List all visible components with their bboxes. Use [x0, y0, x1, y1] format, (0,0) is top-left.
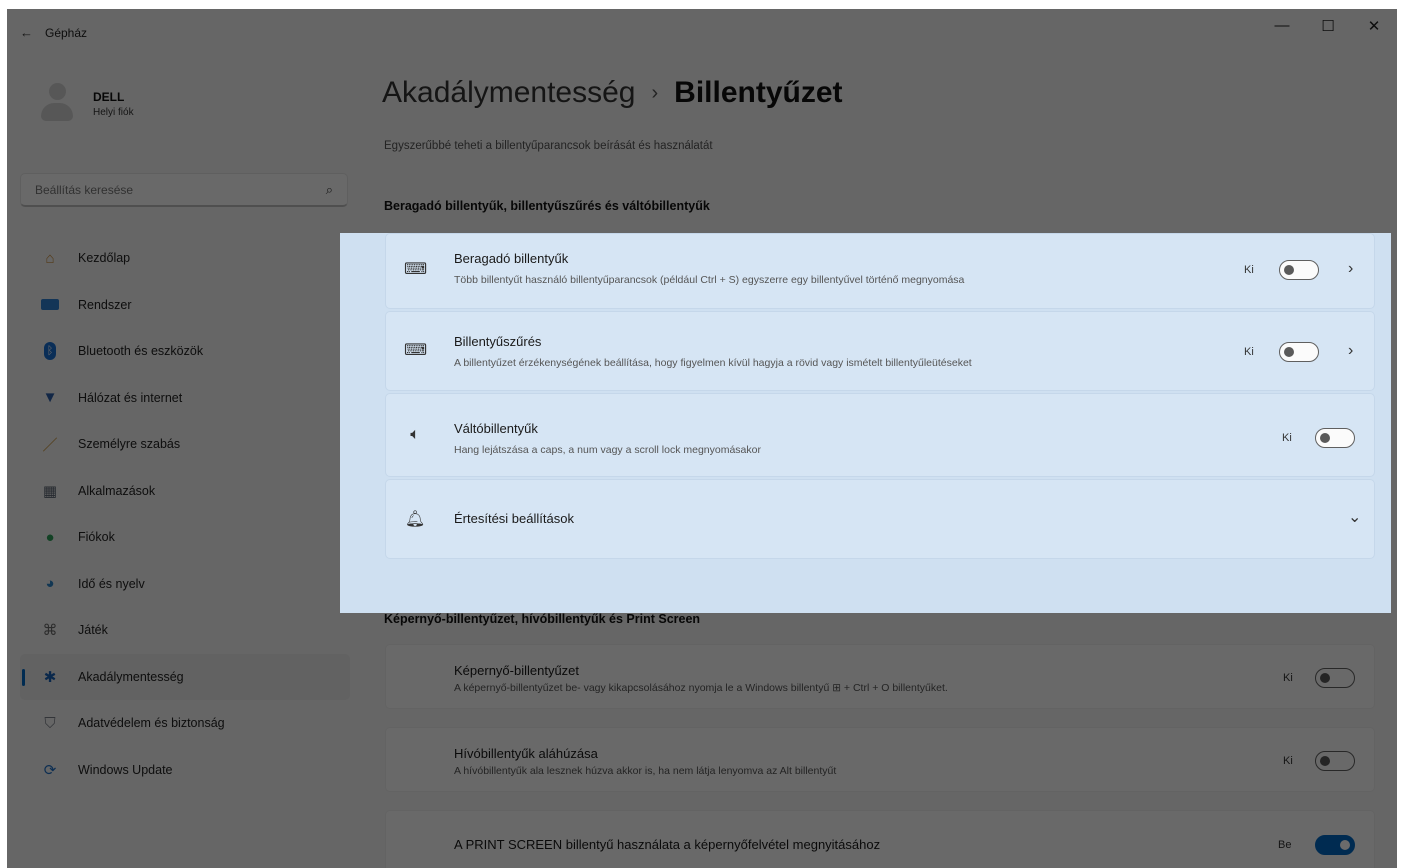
sidebar-item-label: Kezdőlap [78, 251, 131, 266]
sidebar-item-bluetooth[interactable]: ᛒ Bluetooth és eszközök [20, 328, 350, 375]
sidebar-item-label: Alkalmazások [78, 483, 156, 498]
setting-card-print-screen[interactable]: A PRINT SCREEN billentyű használata a ké… [385, 810, 1375, 868]
setting-description: A billentyűzet érzékenységének beállítás… [454, 357, 972, 369]
back-arrow-icon[interactable]: ← [20, 25, 33, 40]
speaker-icon: 🔈︎ [410, 426, 420, 443]
toggle-state-label: Ki [1283, 672, 1293, 684]
gamepad-icon: ⌘ [42, 622, 58, 640]
update-icon: ⟳ [43, 761, 57, 779]
setting-title: Hívóbillentyűk aláhúzása [454, 746, 598, 761]
setting-card-filter-keys[interactable]: ⌨ Billentyűszűrés A billentyűzet érzéken… [385, 311, 1375, 391]
sidebar-item-label: Idő és nyelv [78, 576, 145, 591]
profile-name: DELL [93, 90, 125, 104]
setting-card-sticky-keys[interactable]: ⌨ Beragadó billentyűk Több billentyűt ha… [385, 233, 1375, 309]
sticky-keys-icon: ⌨ [404, 261, 428, 278]
sidebar-item-halozat[interactable]: ▼ Hálózat és internet [20, 375, 350, 422]
sidebar-item-adatvedelem[interactable]: ⛉ Adatvédelem és biztonság [20, 700, 350, 747]
setting-description: A képernyő-billentyűzet be- vagy kikapcs… [454, 682, 948, 694]
sidebar-item-jatek[interactable]: ⌘ Játék [20, 607, 350, 654]
sidebar-item-label: Fiókok [78, 530, 115, 545]
bluetooth-icon: ᛒ [40, 341, 60, 361]
toggle-keys-toggle[interactable] [1315, 428, 1355, 448]
onscreen-keyboard-toggle[interactable] [1315, 668, 1355, 688]
apps-icon: ▦ [42, 482, 58, 500]
app-title: Gépház [45, 26, 88, 40]
chevron-right-icon[interactable]: › [1348, 260, 1353, 278]
search-box[interactable]: ⌕ [20, 173, 348, 207]
page-title: Billentyűzet [674, 76, 843, 109]
sidebar-item-label: Windows Update [78, 762, 173, 777]
setting-description: A hívóbillentyűk ala lesznek húzva akkor… [454, 765, 837, 777]
chevron-down-icon[interactable]: ⌄ [1348, 507, 1361, 527]
avatar [39, 83, 75, 125]
setting-card-notification-settings[interactable]: 🔔︎ Értesítési beállítások ⌄ [385, 479, 1375, 559]
breadcrumb-separator: › [651, 81, 659, 104]
title-bar: ← Gépház — ☐ ✕ [7, 9, 1397, 55]
setting-description: Több billentyűt használó billentyűparanc… [454, 274, 965, 286]
highlighted-settings-group: ⌨ Beragadó billentyűk Több billentyűt ha… [340, 233, 1391, 613]
system-icon [40, 295, 60, 315]
sidebar-item-rendszer[interactable]: Rendszer [20, 282, 350, 329]
bell-icon: 🔔︎ [404, 511, 426, 528]
search-icon[interactable]: ⌕ [326, 182, 333, 198]
setting-title: Értesítési beállítások [454, 511, 574, 526]
toggle-state-label: Be [1278, 839, 1292, 851]
sidebar-item-szemelyre-szabas[interactable]: ／ Személyre szabás [20, 421, 350, 468]
search-input[interactable] [35, 182, 305, 197]
section-heading-2: Képernyő-billentyűzet, hívóbillentyűk és… [384, 612, 701, 626]
maximize-button[interactable]: ☐ [1313, 17, 1343, 35]
print-screen-toggle[interactable] [1315, 835, 1355, 855]
close-button[interactable]: ✕ [1359, 17, 1389, 35]
sidebar-item-kezdolap[interactable]: ⌂ Kezdőlap [20, 235, 350, 282]
profile-subtitle: Helyi fiók [93, 107, 134, 118]
setting-description: Hang lejátszása a caps, a num vagy a scr… [454, 444, 761, 456]
sidebar-item-label: Akadálymentesség [78, 669, 184, 684]
filter-keys-icon: ⌨ [404, 342, 428, 359]
setting-title: Beragadó billentyűk [454, 251, 569, 266]
accessibility-icon: ✱ [43, 668, 57, 686]
sticky-keys-toggle[interactable] [1279, 260, 1319, 280]
page-subtitle: Egyszerűbbé teheti a billentyűparancsok … [384, 140, 713, 152]
breadcrumb: Akadálymentesség › Billentyűzet [382, 76, 843, 110]
access-key-underline-toggle[interactable] [1315, 751, 1355, 771]
sidebar-item-label: Játék [78, 623, 108, 638]
setting-card-access-key-underline[interactable]: Hívóbillentyűk aláhúzása A hívóbillentyű… [385, 727, 1375, 792]
section-heading-1: Beragadó billentyűk, billentyűszűrés és … [384, 199, 710, 213]
sidebar-item-label: Adatvédelem és biztonság [78, 716, 225, 731]
sidebar-item-label: Rendszer [78, 297, 132, 312]
chevron-right-icon[interactable]: › [1348, 342, 1353, 360]
toggle-state-label: Ki [1282, 432, 1292, 444]
sidebar-item-windows-update[interactable]: ⟳ Windows Update [20, 747, 350, 794]
minimize-button[interactable]: — [1267, 17, 1297, 34]
sidebar-item-label: Személyre szabás [78, 437, 181, 452]
setting-title: Váltóbillentyűk [454, 421, 538, 436]
filter-keys-toggle[interactable] [1279, 342, 1319, 362]
sidebar-nav: ⌂ Kezdőlap Rendszer ᛒ Bluetooth és eszkö… [20, 235, 350, 793]
brush-icon: ／ [42, 436, 58, 454]
sidebar-item-ido-es-nyelv[interactable]: ◕ Idő és nyelv [20, 561, 350, 608]
sidebar-item-akadalymentesseg[interactable]: ✱ Akadálymentesség [20, 653, 350, 700]
toggle-state-label: Ki [1244, 264, 1254, 276]
wifi-icon: ▼ [42, 389, 58, 407]
setting-card-onscreen-keyboard[interactable]: Képernyő-billentyűzet A képernyő-billent… [385, 644, 1375, 709]
sidebar-item-fiokok[interactable]: ● Fiókok [20, 514, 350, 561]
account-icon: ● [45, 528, 55, 546]
setting-title: A PRINT SCREEN billentyű használata a ké… [454, 837, 881, 852]
globe-clock-icon: ◕ [45, 575, 55, 593]
sidebar-item-alkalmazasok[interactable]: ▦ Alkalmazások [20, 468, 350, 515]
toggle-state-label: Ki [1283, 755, 1293, 767]
sidebar-item-label: Bluetooth és eszközök [78, 344, 204, 359]
setting-title: Billentyűszűrés [454, 334, 542, 349]
setting-title: Képernyő-billentyűzet [454, 663, 580, 678]
breadcrumb-parent[interactable]: Akadálymentesség [382, 76, 635, 110]
shield-icon: ⛉ [44, 714, 56, 732]
user-profile[interactable]: DELL Helyi fiók [39, 83, 134, 125]
toggle-state-label: Ki [1244, 346, 1254, 358]
home-icon: ⌂ [45, 249, 55, 267]
sidebar-item-label: Hálózat és internet [78, 390, 183, 405]
setting-card-toggle-keys[interactable]: 🔈︎ Váltóbillentyűk Hang lejátszása a cap… [385, 393, 1375, 477]
